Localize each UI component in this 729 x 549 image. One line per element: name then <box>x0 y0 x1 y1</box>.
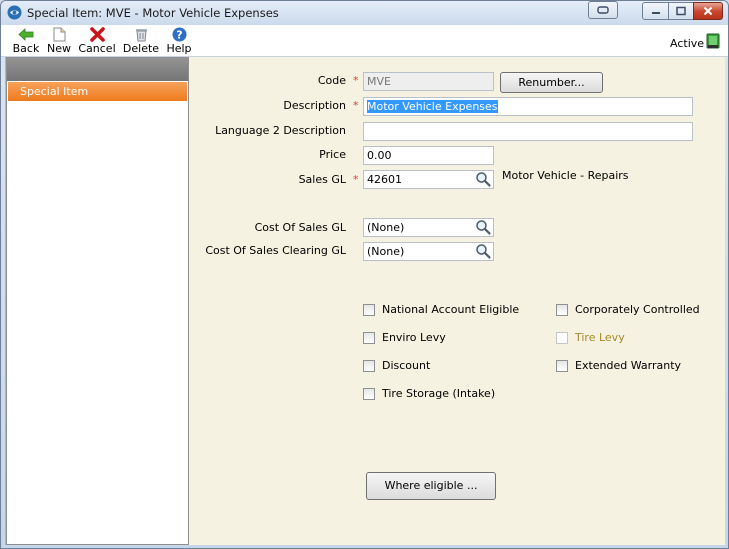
minimize-icon <box>651 12 660 14</box>
help-button[interactable]: ? Help <box>165 25 193 56</box>
active-status-icon[interactable] <box>706 33 720 49</box>
checkbox-label: Tire Storage (Intake) <box>382 387 496 400</box>
checkbox-box[interactable] <box>363 303 375 316</box>
enviro-levy-checkbox[interactable]: Enviro Levy <box>363 331 446 344</box>
discount-checkbox[interactable]: Discount <box>363 359 430 372</box>
toolbar: Back New Cancel Delete ? Help Active <box>1 25 728 57</box>
application-window: Special Item: MVE - Motor Vehicle Expens… <box>0 0 729 549</box>
corporately-controlled-checkbox[interactable]: Corporately Controlled <box>556 303 700 316</box>
app-icon <box>7 5 22 20</box>
checkbox-label: Discount <box>382 359 431 372</box>
delete-label: Delete <box>122 42 160 55</box>
checkbox-label: Extended Warranty <box>575 359 682 372</box>
tire-levy-checkbox: Tire Levy <box>556 331 625 344</box>
language2-field[interactable] <box>363 122 693 141</box>
close-button[interactable] <box>693 2 723 20</box>
tire-storage-intake-checkbox[interactable]: Tire Storage (Intake) <box>363 387 495 400</box>
help-label: Help <box>166 42 192 55</box>
svg-text:?: ? <box>176 29 182 42</box>
help-icon: ? <box>172 27 186 42</box>
close-icon <box>703 6 713 16</box>
description-field[interactable]: Motor Vehicle Expenses <box>363 97 693 116</box>
where-eligible-button[interactable]: Where eligible ... <box>366 472 496 500</box>
cost-of-sales-clearing-gl-label: Cost Of Sales Clearing GL <box>205 244 346 257</box>
checkbox-box[interactable] <box>363 359 375 372</box>
back-arrow-icon <box>18 28 34 41</box>
checkbox-label: Enviro Levy <box>382 331 446 344</box>
restore-icon <box>597 6 609 14</box>
checkbox-box[interactable] <box>363 387 375 400</box>
description-value: Motor Vehicle Expenses <box>367 100 498 113</box>
checkbox-box <box>556 331 568 344</box>
back-button[interactable]: Back <box>11 25 41 56</box>
checkbox-label: Tire Levy <box>575 331 625 344</box>
cancel-label: Cancel <box>78 42 116 55</box>
cancel-button[interactable]: Cancel <box>78 25 116 56</box>
sidebar-item-special-item[interactable]: Special Item <box>8 82 187 101</box>
window-title: Special Item: MVE - Motor Vehicle Expens… <box>27 6 279 20</box>
maximize-icon <box>676 6 686 16</box>
new-label: New <box>47 42 71 55</box>
renumber-button[interactable]: Renumber... <box>500 72 603 93</box>
sidebar: Special Item <box>6 57 189 545</box>
delete-button[interactable]: Delete <box>121 25 161 56</box>
checkbox-box[interactable] <box>363 331 375 344</box>
extended-warranty-checkbox[interactable]: Extended Warranty <box>556 359 681 372</box>
checkbox-label: National Account Eligible <box>382 303 520 316</box>
new-button[interactable]: New <box>45 25 73 56</box>
title-bar[interactable]: Special Item: MVE - Motor Vehicle Expens… <box>1 1 728 25</box>
cost-of-sales-gl-label: Cost Of Sales GL <box>254 221 346 234</box>
minimize-button[interactable] <box>642 2 669 20</box>
cancel-x-icon <box>89 27 105 42</box>
price-field[interactable]: 0.00 <box>363 146 494 165</box>
sales-gl-label: Sales GL <box>298 173 346 186</box>
national-account-eligible-checkbox[interactable]: National Account Eligible <box>363 303 519 316</box>
active-status-label: Active <box>670 37 705 50</box>
maximize-button[interactable] <box>668 2 694 20</box>
code-label: Code <box>317 74 346 87</box>
description-required-marker: * <box>353 99 359 112</box>
sales-gl-search-icon[interactable] <box>475 171 491 187</box>
sales-gl-required-marker: * <box>353 173 359 186</box>
restore-button[interactable] <box>588 1 618 19</box>
language2-label: Language 2 Description <box>215 124 346 137</box>
description-label: Description <box>283 99 346 112</box>
cost-of-sales-clearing-gl-search-icon[interactable] <box>475 243 491 259</box>
main-content: Special Item Code * MVE Renumber... Desc… <box>5 57 725 545</box>
checkbox-label: Corporately Controlled <box>575 303 700 316</box>
price-label: Price <box>319 148 346 161</box>
back-label: Back <box>12 42 40 55</box>
sidebar-header <box>7 57 188 81</box>
checkbox-box[interactable] <box>556 303 568 316</box>
trash-icon <box>135 29 147 42</box>
sales-gl-description: Motor Vehicle - Repairs <box>502 169 629 182</box>
code-field: MVE <box>363 72 494 91</box>
new-document-icon <box>53 27 65 42</box>
checkbox-box[interactable] <box>556 359 568 372</box>
code-required-marker: * <box>353 74 359 87</box>
cost-of-sales-gl-search-icon[interactable] <box>475 219 491 235</box>
